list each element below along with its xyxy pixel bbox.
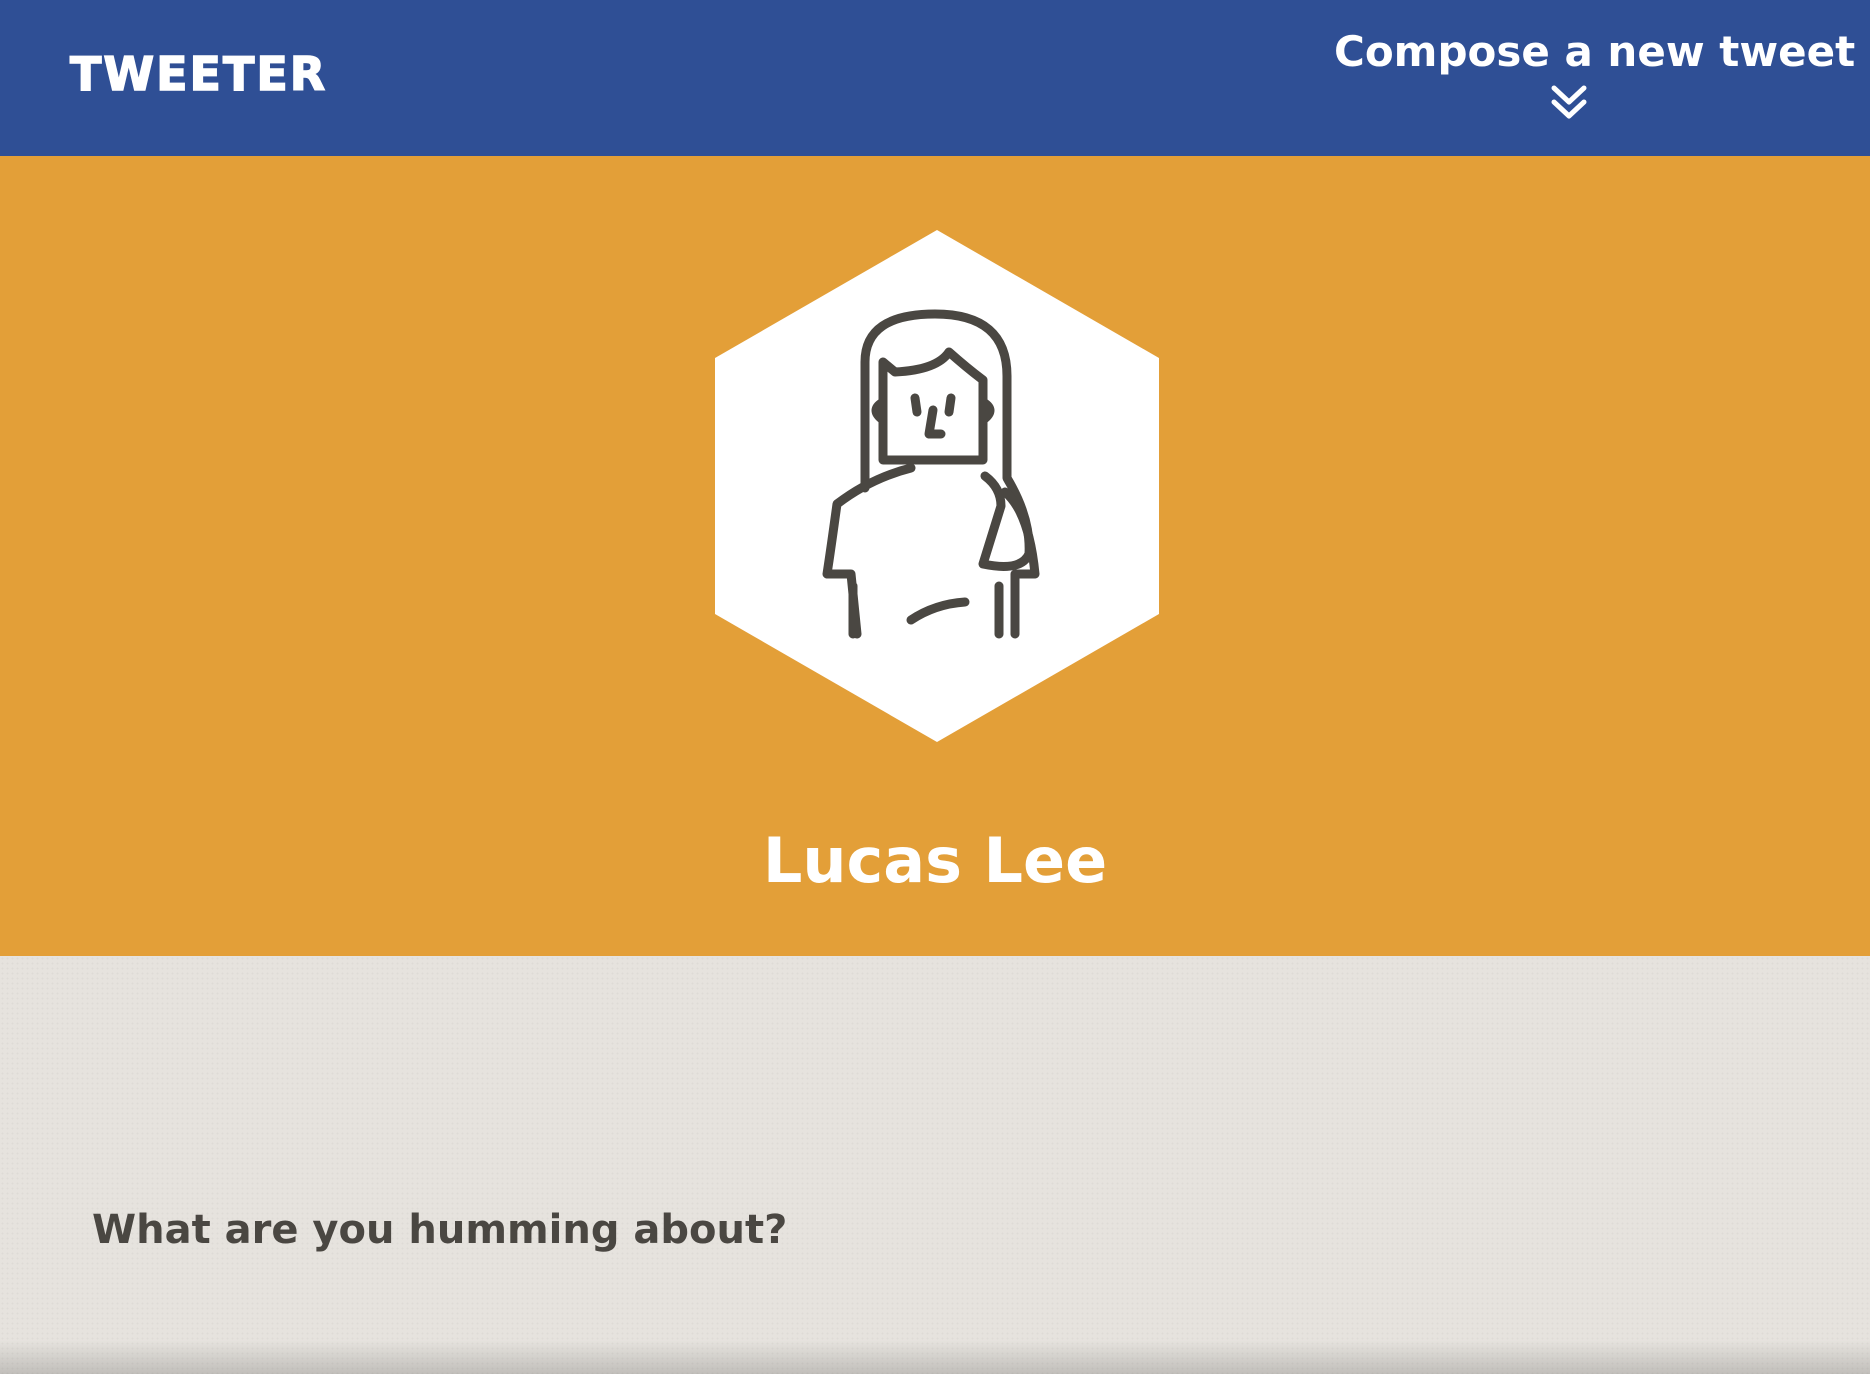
- profile-name: Lucas Lee: [762, 824, 1108, 897]
- avatar-hexagon: [715, 230, 1159, 742]
- double-chevron-down-icon[interactable]: [1547, 80, 1591, 124]
- top-navbar: TWEETER Compose a new tweet: [0, 0, 1870, 156]
- profile-header: Lucas Lee: [0, 156, 1870, 956]
- compose-prompt-label: What are you humming about?: [92, 1207, 788, 1253]
- compose-tweet-label[interactable]: Compose a new tweet: [1334, 24, 1855, 80]
- compose-area[interactable]: What are you humming about?: [0, 956, 1870, 1374]
- user-avatar-icon: [715, 230, 1159, 742]
- app-logo[interactable]: TWEETER: [69, 44, 327, 104]
- compose-tweet-toggle[interactable]: Compose a new tweet: [1334, 24, 1855, 134]
